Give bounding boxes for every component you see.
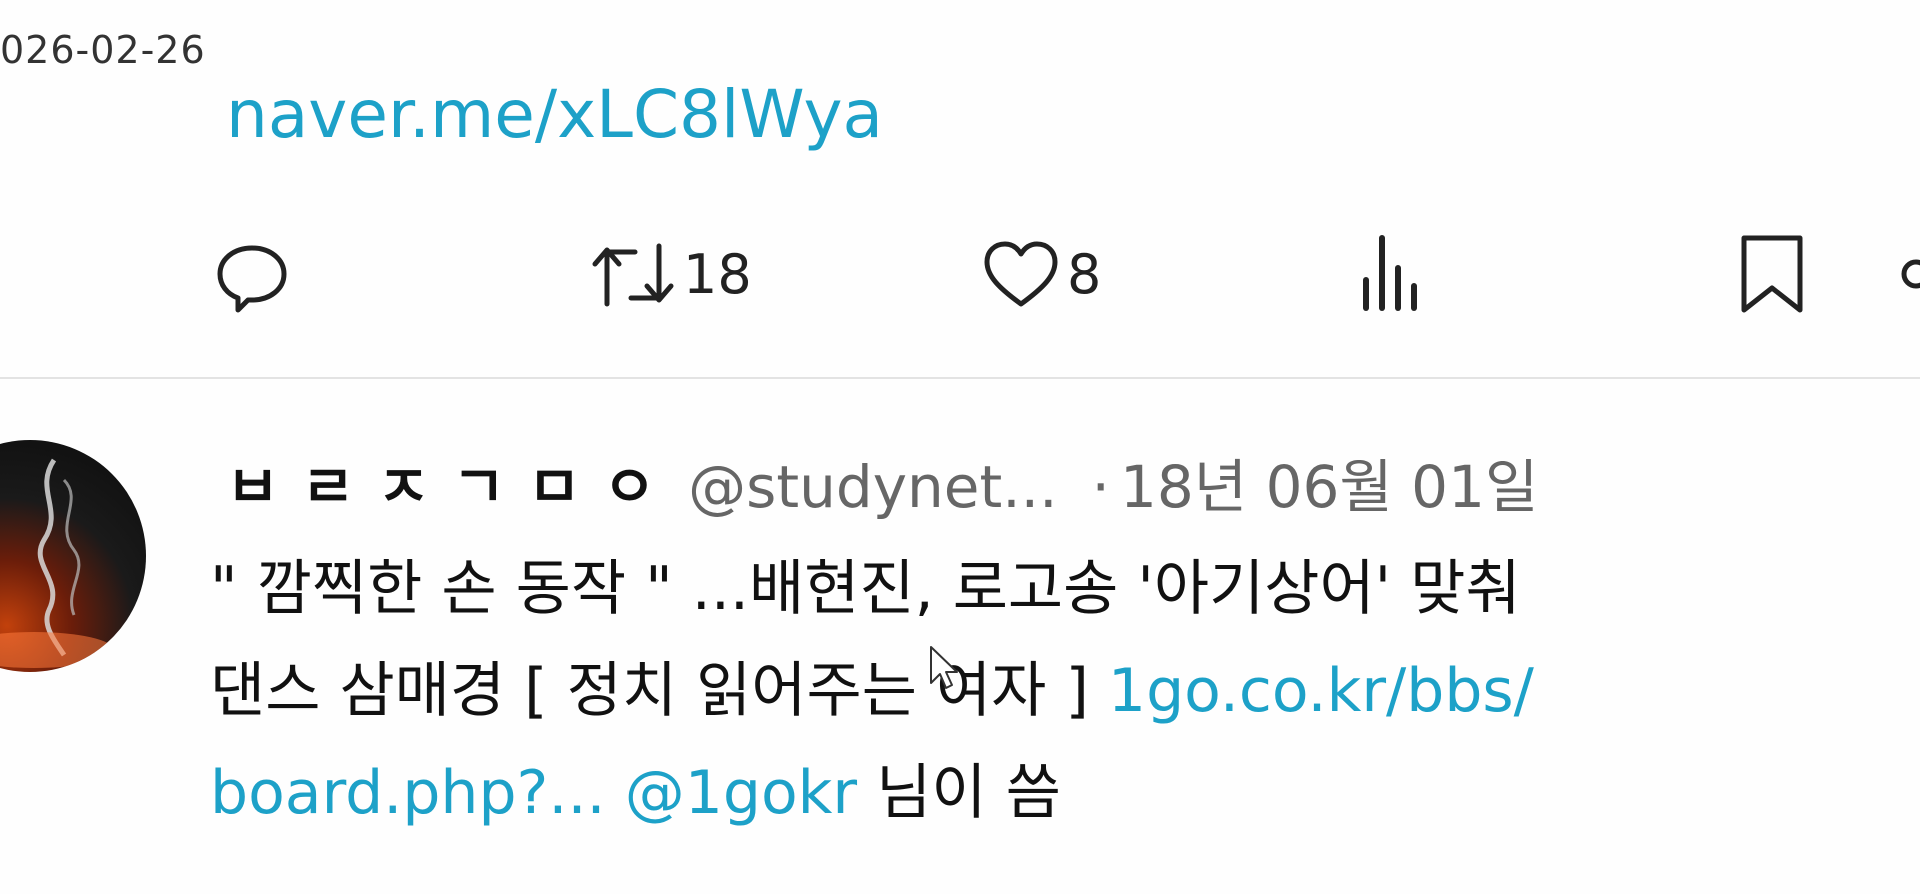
- date-stamp: 026-02-26: [0, 28, 206, 72]
- tweet-divider: [0, 377, 1920, 379]
- views-button[interactable]: [1352, 234, 1432, 314]
- like-button[interactable]: 8: [979, 234, 1101, 314]
- user-handle[interactable]: @studynet...: [688, 453, 1057, 521]
- bookmark-button[interactable]: [1732, 234, 1812, 314]
- smoke-avatar-icon: [0, 458, 114, 668]
- article-link-continued[interactable]: board.php?...: [210, 758, 606, 828]
- retweet-icon: [592, 243, 674, 307]
- mention-link[interactable]: @1gokr: [625, 758, 857, 828]
- retweet-count: 18: [683, 242, 752, 306]
- bookmark-icon: [1741, 235, 1803, 313]
- reply-icon: [217, 245, 287, 313]
- tweet-timestamp[interactable]: 18년 06월 01일: [1120, 440, 1538, 524]
- tweet-body: " 깜찍한 손 동작 " ...배현진, 로고송 '아기상어' 맞춰 댄스 삼매…: [210, 538, 1920, 844]
- views-bar-icon: [1363, 235, 1417, 311]
- tweet-body-line-2: 댄스 삼매경 [ 정치 읽어주는 여자 ] 1go.co.kr/bbs/: [210, 640, 1920, 742]
- heart-icon: [984, 241, 1058, 307]
- share-icon: [1901, 259, 1920, 289]
- tweet-body-suffix: 님이 씀: [857, 758, 1061, 828]
- header-separator: ·: [1091, 453, 1110, 521]
- reply-button[interactable]: [212, 234, 292, 314]
- tweet-body-text: 댄스 삼매경 [ 정치 읽어주는 여자 ]: [210, 656, 1108, 726]
- tweet-body-line-1: " 깜찍한 손 동작 " ...배현진, 로고송 '아기상어' 맞춰: [210, 554, 1521, 624]
- previous-tweet-link[interactable]: naver.me/xLC8lWya: [226, 82, 883, 148]
- mouse-cursor-icon: [930, 646, 958, 689]
- avatar[interactable]: [0, 440, 146, 672]
- screenshot-page: 026-02-26 naver.me/xLC8lWya 18 8 ㅂㄹㅈㄱㅁㅇ …: [0, 0, 1920, 894]
- retweet-button[interactable]: 18: [587, 234, 752, 314]
- share-button[interactable]: [1894, 234, 1920, 314]
- display-name[interactable]: ㅂㄹㅈㄱㅁㅇ: [226, 440, 678, 524]
- tweet-header: ㅂㄹㅈㄱㅁㅇ @studynet... · 18년 06월 01일: [226, 440, 1538, 521]
- article-link[interactable]: 1go.co.kr/bbs/: [1108, 656, 1534, 726]
- like-count: 8: [1067, 242, 1102, 306]
- tweet-action-bar: 18 8: [212, 234, 1920, 314]
- tweet-body-line-3: board.php?... @1gokr 님이 씀: [210, 742, 1920, 844]
